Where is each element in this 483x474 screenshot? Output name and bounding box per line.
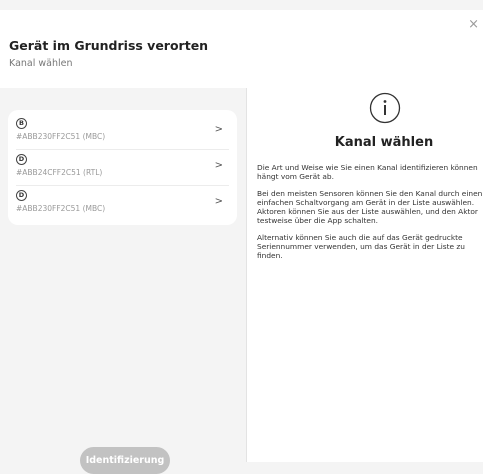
channel-list-item[interactable]: D #ABB24CFF2C51 (RTL) >	[16, 150, 229, 186]
dialog-title: Gerät im Grundriss verorten	[9, 38, 209, 53]
info-paragraph: Die Art und Weise wie Sie einen Kanal id…	[257, 163, 478, 182]
close-icon[interactable]: ×	[468, 18, 479, 31]
channel-type-badge: D	[16, 190, 27, 201]
identify-button[interactable]: Identifizierung	[80, 447, 170, 474]
channel-serial: #ABB230FF2C51 (MBC)	[16, 132, 106, 141]
channel-serial: #ABB24CFF2C51 (RTL)	[16, 168, 103, 177]
info-heading: Kanal wählen	[334, 135, 434, 150]
channel-list-item[interactable]: D #ABB230FF2C51 (MBC) >	[16, 186, 229, 221]
info-circle-icon	[369, 92, 401, 124]
chevron-right-icon: >	[214, 160, 223, 171]
info-panel: Kanal wählen Die Art und Weise wie Sie e…	[247, 88, 483, 462]
channel-list-panel: B #ABB230FF2C51 (MBC) > D #ABB24CFF2C51 …	[0, 88, 246, 474]
info-paragraph: Bei den meisten Sensoren können Sie den …	[257, 188, 483, 226]
channel-serial: #ABB230FF2C51 (MBC)	[16, 204, 106, 213]
chevron-right-icon: >	[214, 196, 223, 207]
channel-type-badge: D	[16, 154, 27, 165]
info-text: Die Art und Weise wie Sie einen Kanal id…	[257, 163, 483, 268]
channel-list-item[interactable]: B #ABB230FF2C51 (MBC) >	[16, 114, 229, 150]
chevron-right-icon: >	[214, 124, 223, 135]
channel-list: B #ABB230FF2C51 (MBC) > D #ABB24CFF2C51 …	[8, 110, 237, 225]
locate-device-dialog: × Gerät im Grundriss verorten Kanal wähl…	[0, 10, 483, 474]
info-paragraph: Alternativ können Sie auch die auf das G…	[257, 232, 465, 261]
dialog-subtitle: Kanal wählen	[9, 58, 73, 69]
channel-type-badge: B	[16, 118, 27, 129]
